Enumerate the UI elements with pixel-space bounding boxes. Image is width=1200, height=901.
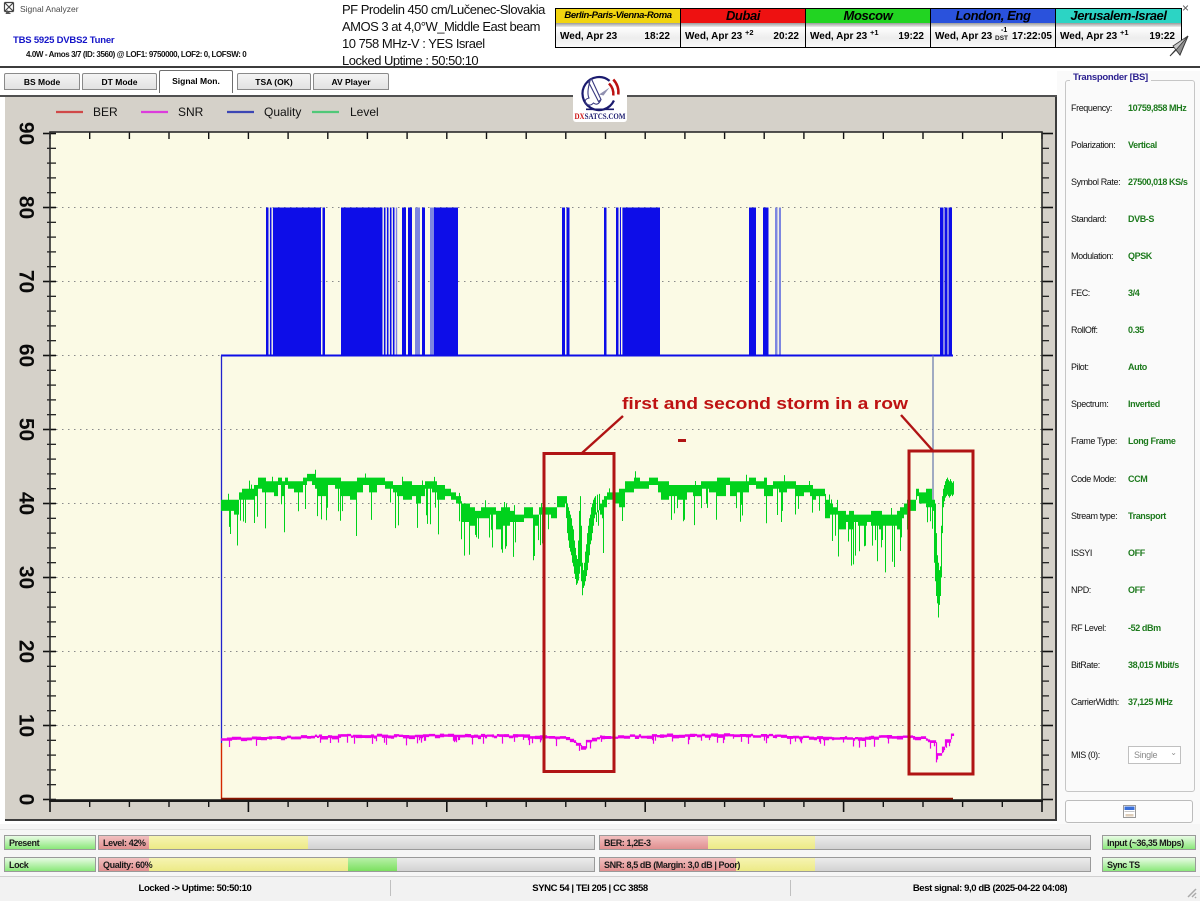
svg-text:SNR: SNR	[178, 105, 204, 119]
svg-text:0: 0	[15, 794, 38, 806]
svg-text:first and second storm in a ro: first and second storm in a row	[622, 395, 908, 413]
svg-text:50: 50	[15, 418, 38, 441]
svg-text:20: 20	[15, 640, 38, 663]
svg-text:10: 10	[15, 714, 38, 737]
svg-text:BER: BER	[93, 105, 118, 119]
svg-text:30: 30	[15, 566, 38, 589]
svg-text:70: 70	[15, 270, 38, 293]
svg-text:Level: Level	[350, 105, 379, 119]
svg-text:90: 90	[15, 122, 38, 145]
svg-text:DXSATCS.COM: DXSATCS.COM	[575, 112, 626, 121]
svg-text:Quality: Quality	[264, 105, 301, 119]
svg-text:60: 60	[15, 344, 38, 367]
svg-text:80: 80	[15, 196, 38, 219]
svg-text:40: 40	[15, 492, 38, 515]
